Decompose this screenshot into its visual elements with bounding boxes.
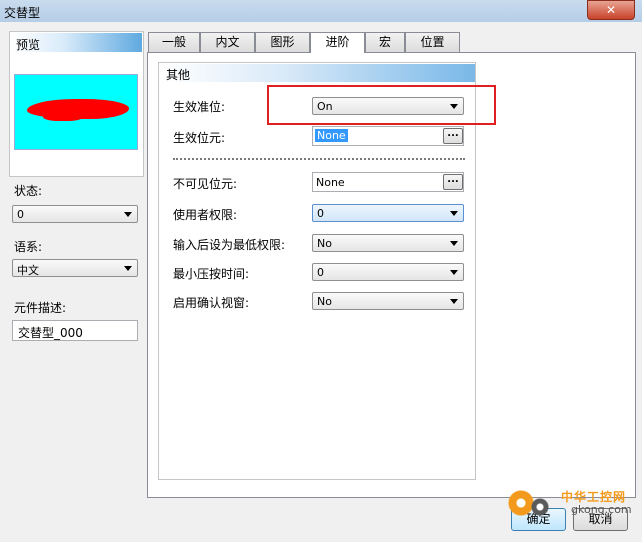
confirm-window-select[interactable]: No bbox=[312, 292, 464, 310]
set-lowest-permission-select[interactable]: No bbox=[312, 234, 464, 252]
chevron-down-icon bbox=[450, 211, 458, 216]
other-group-header: 其他 bbox=[161, 64, 475, 82]
effective-bit-browse-button[interactable]: ... bbox=[443, 128, 463, 144]
preview-label: 预览 bbox=[16, 38, 41, 52]
watermark-url: gkong.com bbox=[571, 503, 632, 516]
min-press-time-value: 0 bbox=[317, 266, 324, 279]
invisible-bit-field[interactable]: None bbox=[312, 172, 464, 192]
effective-level-label: 生效准位: bbox=[173, 100, 226, 114]
tab-text[interactable]: 内文 bbox=[200, 32, 255, 52]
tab-macro[interactable]: 宏 bbox=[365, 32, 405, 52]
state-label: 状态: bbox=[14, 184, 43, 198]
tab-general[interactable]: 一般 bbox=[148, 32, 200, 52]
preview-image bbox=[14, 74, 138, 150]
description-input[interactable]: 交替型_000 bbox=[12, 320, 138, 341]
chevron-down-icon bbox=[124, 266, 132, 271]
invisible-bit-value: None bbox=[316, 176, 345, 189]
chevron-down-icon bbox=[450, 241, 458, 246]
user-permission-label: 使用者权限: bbox=[173, 208, 238, 222]
confirm-window-label: 启用确认视窗: bbox=[173, 296, 250, 310]
other-group-title: 其他 bbox=[166, 68, 191, 82]
chevron-down-icon bbox=[124, 212, 132, 217]
confirm-window-value: No bbox=[317, 295, 332, 308]
min-press-time-label: 最小压按时间: bbox=[173, 267, 250, 281]
description-label: 元件描述: bbox=[14, 301, 67, 315]
highlight-box bbox=[267, 85, 496, 125]
user-permission-select[interactable]: 0 bbox=[312, 204, 464, 222]
separator bbox=[173, 158, 465, 160]
gear-icon bbox=[508, 490, 534, 516]
language-label: 语系: bbox=[14, 240, 43, 254]
window-title: 交替型 bbox=[4, 6, 41, 20]
effective-bit-value: None bbox=[315, 129, 348, 142]
invisible-bit-label: 不可见位元: bbox=[173, 177, 238, 191]
set-lowest-permission-label: 输入后设为最低权限: bbox=[173, 238, 286, 252]
watermark: 中华工控网 gkong.com bbox=[505, 486, 635, 526]
chevron-down-icon bbox=[450, 270, 458, 275]
preview-panel: 预览 bbox=[9, 31, 144, 177]
chevron-down-icon bbox=[450, 299, 458, 304]
effective-bit-label: 生效位元: bbox=[173, 131, 226, 145]
close-button[interactable]: ✕ bbox=[587, 0, 635, 20]
set-lowest-permission-value: No bbox=[317, 237, 332, 250]
state-value: 0 bbox=[17, 208, 24, 221]
effective-bit-field[interactable]: None bbox=[312, 126, 464, 146]
title-bar: 交替型 bbox=[0, 0, 642, 22]
state-select[interactable]: 0 bbox=[12, 205, 138, 223]
language-select[interactable]: 中文 bbox=[12, 259, 138, 277]
user-permission-value: 0 bbox=[317, 207, 324, 220]
gear-icon bbox=[531, 498, 549, 516]
description-value: 交替型_000 bbox=[18, 326, 83, 340]
language-value: 中文 bbox=[17, 264, 39, 277]
tab-advanced[interactable]: 进阶 bbox=[310, 32, 365, 53]
invisible-bit-browse-button[interactable]: ... bbox=[443, 174, 463, 190]
preview-header: 预览 bbox=[11, 33, 142, 52]
preview-shape-detail bbox=[43, 111, 83, 121]
tab-position[interactable]: 位置 bbox=[405, 32, 460, 52]
tab-graphics[interactable]: 图形 bbox=[255, 32, 310, 52]
min-press-time-select[interactable]: 0 bbox=[312, 263, 464, 281]
